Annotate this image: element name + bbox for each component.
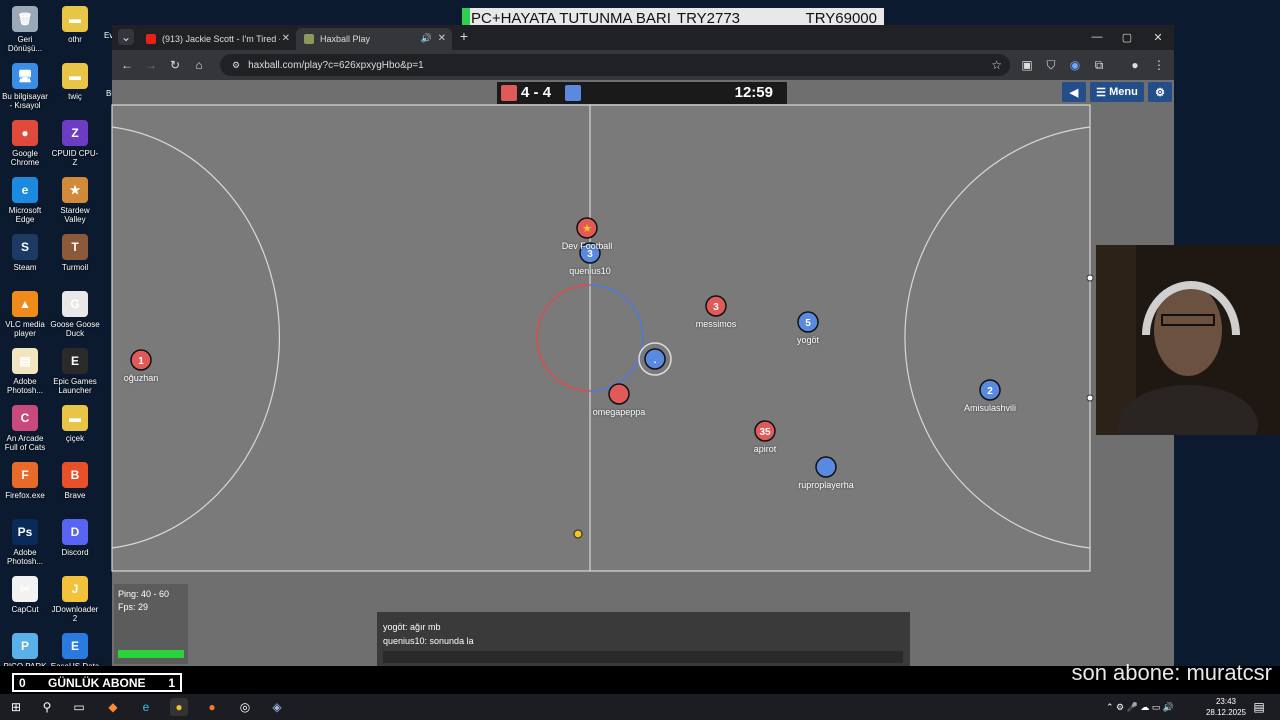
player-name: quenius10 (569, 266, 611, 276)
player-number: 5 (805, 318, 811, 329)
player-name: Amisulashvili (963, 403, 1017, 413)
player-name: yogöt (796, 335, 820, 345)
clock-date: 28.12.2025 (1205, 708, 1246, 717)
player-number: 3 (713, 302, 719, 313)
right-post (1086, 394, 1094, 402)
player-number: 1 (138, 356, 144, 367)
fps-graph (118, 650, 184, 658)
network-stats: Ping: 40 - 60 Fps: 29 (114, 584, 188, 664)
desktop-root: 🗑 Geri Dönüşü... ▬ othr 🖥 Bu bilgisayar - Kıs… (0, 0, 1280, 720)
notifications-icon[interactable]: ▤ (1250, 698, 1268, 716)
edge-icon[interactable]: e (137, 698, 155, 716)
steam-icon[interactable]: ◈ (268, 698, 286, 716)
player-name: Dev Football (561, 241, 613, 251)
last-subscriber: son abone: muratcsr (1071, 660, 1272, 685)
pitch-surface (112, 105, 1090, 571)
chrome-icon[interactable]: ● (170, 698, 188, 716)
webcam-overlay (1096, 245, 1280, 435)
abone-right: 1 (168, 676, 175, 690)
chat-box: yogöt: ağır mb quenius10: sonunda la (377, 612, 910, 666)
fps-label: Fps: 29 (118, 602, 149, 612)
app-icon[interactable]: ◆ (104, 698, 122, 716)
ball (573, 529, 583, 539)
obs-icon[interactable]: ◎ (236, 698, 254, 716)
webcam-feed (1096, 245, 1280, 435)
left-post (1086, 274, 1094, 282)
tray-icons[interactable]: ⌃ ⚙ 🎤 ☁ ▭ 🔊 (1106, 698, 1202, 716)
player-name: omegapeppa (592, 407, 646, 417)
abone-left: 0 (19, 676, 26, 690)
taskbar: ⊞ ⚲ ▭ ◆ e ● ● ◎ ◈ ⌃ ⚙ 🎤 ☁ ▭ 🔊 23:43 28.1… (0, 694, 1280, 720)
player-disc (815, 456, 837, 478)
player-number: 2 (987, 386, 993, 397)
player-name: apirot (753, 444, 777, 454)
player-name: messimos (695, 319, 737, 329)
windows-start-icon[interactable]: ⊞ (7, 698, 25, 716)
ping-label: Ping: 40 - 60 (118, 589, 170, 599)
chat-message: yogöt: ağır mb (383, 622, 441, 632)
player-name: ruproplayerha (798, 480, 854, 490)
chat-input[interactable] (383, 651, 903, 663)
daily-sub-counter: 0 GÜNLÜK ABONE 1 (12, 673, 182, 692)
search-icon[interactable]: ⚲ (38, 698, 56, 716)
clock[interactable]: 23:43 28.12.2025 (1206, 696, 1246, 718)
clock-time: 23:43 (1215, 697, 1236, 706)
player-number: . (654, 355, 657, 366)
task-view-icon[interactable]: ▭ (70, 698, 88, 716)
firefox-icon[interactable]: ● (203, 698, 221, 716)
star-icon: ★ (582, 223, 592, 235)
player-name: oğuzhan (123, 373, 159, 383)
player-disc (608, 383, 630, 405)
chat-message: quenius10: sonunda la (383, 636, 474, 646)
abone-title: GÜNLÜK ABONE (48, 676, 146, 690)
player-number: 35 (759, 427, 771, 438)
